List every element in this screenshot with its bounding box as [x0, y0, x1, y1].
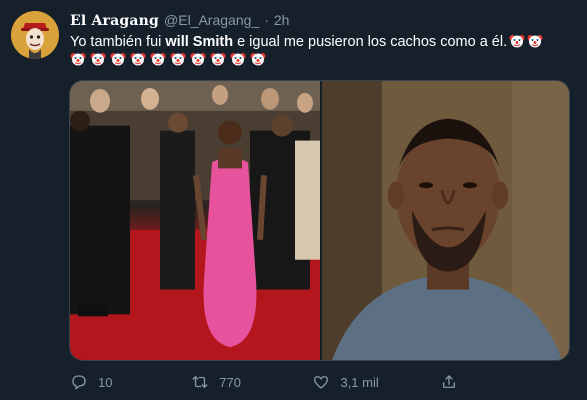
tweet-text-bold: will Smith: [165, 34, 234, 50]
red-carpet-illustration: [70, 81, 320, 360]
clown-face-icon: [170, 53, 186, 66]
reply-count: 10: [98, 374, 113, 390]
like-button[interactable]: 3,1 mil: [312, 373, 379, 391]
tweet-actions: 10 770 3,1 mil: [70, 371, 500, 393]
user-handle[interactable]: @El_Aragang_: [164, 12, 259, 28]
media-grid[interactable]: [69, 80, 570, 361]
avatar[interactable]: [11, 11, 59, 59]
clown-face-icon: [210, 53, 226, 66]
tweet-card[interactable]: El Aragang @El_Aragang_ · 2h Yo también …: [0, 0, 587, 400]
clown-face-icon: [150, 53, 166, 66]
clown-face-icon: [90, 53, 106, 66]
clown-face-icon: [527, 35, 543, 48]
reply-button[interactable]: 10: [70, 373, 130, 391]
retweet-count: 770: [219, 374, 241, 390]
share-button[interactable]: [440, 373, 500, 391]
tweet-header: El Aragang @El_Aragang_ · 2h: [70, 12, 289, 30]
clown-face-icon: [110, 53, 126, 66]
avatar-caricature-icon: [11, 11, 59, 59]
retweet-button[interactable]: 770: [191, 373, 251, 391]
clown-face-icon: [190, 53, 206, 66]
like-count: 3,1 mil: [340, 374, 379, 390]
clown-face-icon: [230, 53, 246, 66]
tweet-text-part-1: Yo también fui: [70, 34, 166, 50]
clown-face-icon: [509, 35, 525, 48]
emoji-row: [70, 51, 266, 67]
clown-face-icon: [130, 53, 146, 66]
clown-face-icon: [70, 53, 86, 66]
display-name[interactable]: El Aragang: [70, 13, 159, 29]
heart-icon: [314, 376, 329, 389]
tweet-text: Yo también fui will Smith e igual me pus…: [70, 32, 560, 52]
photo-red-carpet[interactable]: [70, 81, 320, 360]
timestamp[interactable]: 2h: [274, 12, 290, 28]
clown-face-icon: [250, 53, 266, 66]
share-icon: [443, 375, 455, 388]
retweet-icon: [192, 376, 208, 388]
separator-dot: ·: [264, 12, 269, 28]
portrait-illustration: [322, 81, 569, 360]
reply-icon: [72, 375, 86, 390]
tweet-text-part-2: e igual me pusieron los cachos como a él…: [233, 34, 508, 50]
photo-portrait[interactable]: [322, 81, 569, 360]
inline-emoji-group: [507, 34, 543, 50]
